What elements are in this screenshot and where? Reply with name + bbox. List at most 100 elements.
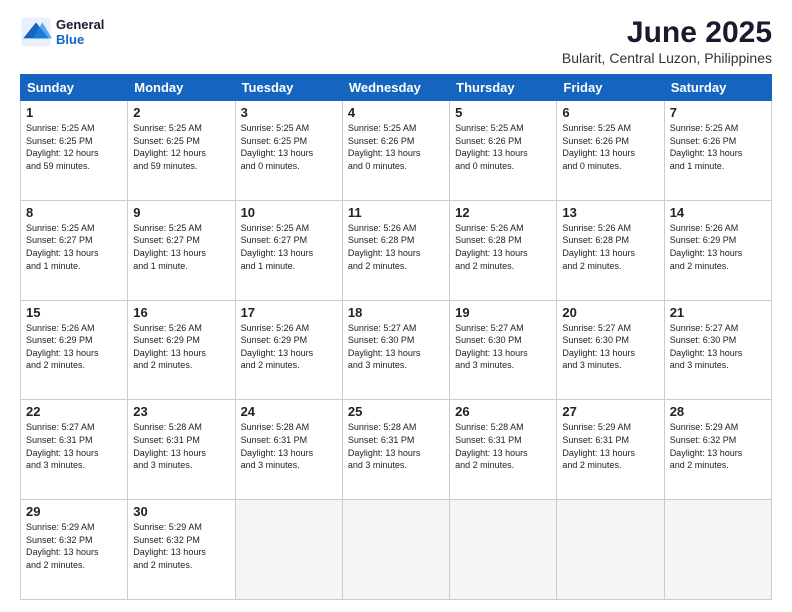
table-row: 6Sunrise: 5:25 AM Sunset: 6:26 PM Daylig… xyxy=(557,101,664,201)
day-info: Sunrise: 5:27 AM Sunset: 6:30 PM Dayligh… xyxy=(455,322,551,372)
day-number: 19 xyxy=(455,305,551,320)
day-info: Sunrise: 5:26 AM Sunset: 6:29 PM Dayligh… xyxy=(670,222,766,272)
page: General Blue June 2025 Bularit, Central … xyxy=(0,0,792,612)
day-number: 18 xyxy=(348,305,444,320)
day-number: 13 xyxy=(562,205,658,220)
day-info: Sunrise: 5:25 AM Sunset: 6:25 PM Dayligh… xyxy=(241,122,337,172)
table-row: 19 Sunrise: 5:27 AM Sunset: 6:30 PM Dayli… xyxy=(450,300,557,400)
title-section: June 2025 Bularit, Central Luzon, Philip… xyxy=(562,16,772,66)
day-number: 20 xyxy=(562,305,658,320)
table-row: 22 Sunrise: 5:27 AM Sunset: 6:31 PM Dayli… xyxy=(21,400,128,500)
header-thursday: Thursday xyxy=(450,75,557,101)
day-number: 26 xyxy=(455,404,551,419)
day-number: 14 xyxy=(670,205,766,220)
day-number: 16 xyxy=(133,305,229,320)
table-row: 15 Sunrise: 5:26 AM Sunset: 6:29 PM Dayli… xyxy=(21,300,128,400)
calendar-table: Sunday Monday Tuesday Wednesday Thursday… xyxy=(20,74,772,600)
table-row: 29 Sunrise: 5:29 AM Sunset: 6:32 PM Dayli… xyxy=(21,500,128,600)
day-info: Sunrise: 5:29 AM Sunset: 6:32 PM Dayligh… xyxy=(133,521,229,571)
table-row: 3 Sunrise: 5:25 AM Sunset: 6:25 PM Daylig… xyxy=(235,101,342,201)
day-number: 10 xyxy=(241,205,337,220)
table-row: 13 Sunrise: 5:26 AM Sunset: 6:28 PM Dayli… xyxy=(557,200,664,300)
day-info: Sunrise: 5:27 AM Sunset: 6:30 PM Dayligh… xyxy=(670,322,766,372)
table-row: 28Sunrise: 5:29 AM Sunset: 6:32 PM Dayli… xyxy=(664,400,771,500)
day-info: Sunrise: 5:29 AM Sunset: 6:31 PM Dayligh… xyxy=(562,421,658,471)
day-info: Sunrise: 5:25 AM Sunset: 6:26 PM Dayligh… xyxy=(348,122,444,172)
day-info: Sunrise: 5:28 AM Sunset: 6:31 PM Dayligh… xyxy=(348,421,444,471)
day-info: Sunrise: 5:25 AM Sunset: 6:27 PM Dayligh… xyxy=(241,222,337,272)
table-row: 17Sunrise: 5:26 AM Sunset: 6:29 PM Dayli… xyxy=(235,300,342,400)
day-number: 29 xyxy=(26,504,122,519)
table-row xyxy=(342,500,449,600)
day-number: 8 xyxy=(26,205,122,220)
table-row: 16 Sunrise: 5:26 AM Sunset: 6:29 PM Dayli… xyxy=(128,300,235,400)
table-row xyxy=(664,500,771,600)
table-row xyxy=(235,500,342,600)
day-info: Sunrise: 5:25 AM Sunset: 6:26 PM Dayligh… xyxy=(455,122,551,172)
table-row: 11 Sunrise: 5:26 AM Sunset: 6:28 PM Dayli… xyxy=(342,200,449,300)
subtitle: Bularit, Central Luzon, Philippines xyxy=(562,50,772,66)
day-number: 4 xyxy=(348,105,444,120)
table-row: 20Sunrise: 5:27 AM Sunset: 6:30 PM Dayli… xyxy=(557,300,664,400)
header-tuesday: Tuesday xyxy=(235,75,342,101)
table-row xyxy=(450,500,557,600)
day-info: Sunrise: 5:25 AM Sunset: 6:26 PM Dayligh… xyxy=(670,122,766,172)
table-row: 25 Sunrise: 5:28 AM Sunset: 6:31 PM Dayli… xyxy=(342,400,449,500)
day-number: 25 xyxy=(348,404,444,419)
table-row: 1Sunrise: 5:25 AM Sunset: 6:25 PM Daylig… xyxy=(21,101,128,201)
day-info: Sunrise: 5:25 AM Sunset: 6:27 PM Dayligh… xyxy=(26,222,122,272)
weekday-header-row: Sunday Monday Tuesday Wednesday Thursday… xyxy=(21,75,772,101)
logo-icon xyxy=(20,16,52,48)
day-number: 9 xyxy=(133,205,229,220)
day-number: 2 xyxy=(133,105,229,120)
day-number: 12 xyxy=(455,205,551,220)
table-row: 12 Sunrise: 5:26 AM Sunset: 6:28 PM Dayli… xyxy=(450,200,557,300)
day-info: Sunrise: 5:26 AM Sunset: 6:28 PM Dayligh… xyxy=(562,222,658,272)
table-row: 18 Sunrise: 5:27 AM Sunset: 6:30 PM Dayli… xyxy=(342,300,449,400)
day-number: 23 xyxy=(133,404,229,419)
table-row: 10 Sunrise: 5:25 AM Sunset: 6:27 PM Dayli… xyxy=(235,200,342,300)
calendar-week-row: 22 Sunrise: 5:27 AM Sunset: 6:31 PM Dayli… xyxy=(21,400,772,500)
day-info: Sunrise: 5:28 AM Sunset: 6:31 PM Dayligh… xyxy=(455,421,551,471)
header-sunday: Sunday xyxy=(21,75,128,101)
calendar-week-row: 8 Sunrise: 5:25 AM Sunset: 6:27 PM Daylig… xyxy=(21,200,772,300)
calendar-week-row: 1 Sunrise: 5:25 AM Sunset: 6:25 PM Daylig… xyxy=(21,101,772,201)
table-row: 2Sunrise: 5:25 AM Sunset: 6:25 PM Daylig… xyxy=(128,101,235,201)
day-info: Sunrise: 5:26 AM Sunset: 6:28 PM Dayligh… xyxy=(455,222,551,272)
day-info: Sunrise: 5:29 AM Sunset: 6:32 PM Dayligh… xyxy=(670,421,766,471)
day-info: Sunrise: 5:27 AM Sunset: 6:30 PM Dayligh… xyxy=(348,322,444,372)
day-info: Sunrise: 5:25 AM Sunset: 6:27 PM Dayligh… xyxy=(133,222,229,272)
day-number: 7 xyxy=(670,105,766,120)
day-info: Sunrise: 5:28 AM Sunset: 6:31 PM Dayligh… xyxy=(133,421,229,471)
day-number: 21 xyxy=(670,305,766,320)
header-friday: Friday xyxy=(557,75,664,101)
day-number: 11 xyxy=(348,205,444,220)
table-row: 9 Sunrise: 5:25 AM Sunset: 6:27 PM Daylig… xyxy=(128,200,235,300)
day-info: Sunrise: 5:26 AM Sunset: 6:29 PM Dayligh… xyxy=(26,322,122,372)
header-monday: Monday xyxy=(128,75,235,101)
header: General Blue June 2025 Bularit, Central … xyxy=(20,16,772,66)
day-number: 27 xyxy=(562,404,658,419)
table-row: 23 Sunrise: 5:28 AM Sunset: 6:31 PM Dayli… xyxy=(128,400,235,500)
table-row: 8 Sunrise: 5:25 AM Sunset: 6:27 PM Daylig… xyxy=(21,200,128,300)
calendar-week-row: 15 Sunrise: 5:26 AM Sunset: 6:29 PM Dayli… xyxy=(21,300,772,400)
header-wednesday: Wednesday xyxy=(342,75,449,101)
day-info: Sunrise: 5:28 AM Sunset: 6:31 PM Dayligh… xyxy=(241,421,337,471)
day-info: Sunrise: 5:27 AM Sunset: 6:31 PM Dayligh… xyxy=(26,421,122,471)
day-number: 17 xyxy=(241,305,337,320)
table-row: 5 Sunrise: 5:25 AM Sunset: 6:26 PM Daylig… xyxy=(450,101,557,201)
day-number: 1 xyxy=(26,105,122,120)
table-row: 27 Sunrise: 5:29 AM Sunset: 6:31 PM Dayli… xyxy=(557,400,664,500)
table-row xyxy=(557,500,664,600)
day-number: 22 xyxy=(26,404,122,419)
day-info: Sunrise: 5:26 AM Sunset: 6:29 PM Dayligh… xyxy=(133,322,229,372)
calendar-week-row: 29 Sunrise: 5:29 AM Sunset: 6:32 PM Dayli… xyxy=(21,500,772,600)
table-row: 14 Sunrise: 5:26 AM Sunset: 6:29 PM Dayli… xyxy=(664,200,771,300)
day-number: 5 xyxy=(455,105,551,120)
day-number: 15 xyxy=(26,305,122,320)
table-row: 26 Sunrise: 5:28 AM Sunset: 6:31 PM Dayli… xyxy=(450,400,557,500)
day-number: 3 xyxy=(241,105,337,120)
day-info: Sunrise: 5:29 AM Sunset: 6:32 PM Dayligh… xyxy=(26,521,122,571)
header-saturday: Saturday xyxy=(664,75,771,101)
day-info: Sunrise: 5:26 AM Sunset: 6:28 PM Dayligh… xyxy=(348,222,444,272)
